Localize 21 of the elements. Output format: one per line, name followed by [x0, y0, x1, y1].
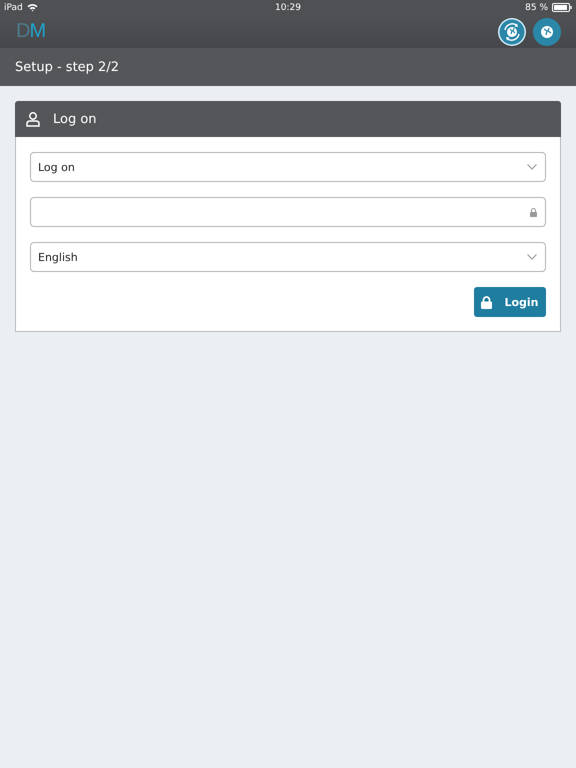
- lock-icon: [481, 296, 492, 308]
- dropdown-field[interactable]: Log on: [30, 152, 546, 182]
- dropdown-field[interactable]: English: [30, 242, 546, 272]
- card-title: Log on: [53, 112, 97, 126]
- app-logo: DM: [16, 20, 46, 43]
- lock-icon: [530, 208, 537, 216]
- step-title: Setup - step 2/2: [15, 60, 119, 74]
- globe-button[interactable]: [533, 18, 561, 46]
- login-button[interactable]: Login: [474, 287, 546, 317]
- chevron-down-icon: [527, 164, 537, 170]
- wifi-icon: [26, 3, 38, 12]
- globe-icon: [539, 24, 555, 40]
- battery-percent: 85 %: [525, 2, 548, 12]
- sync-globe-icon: [502, 22, 522, 42]
- user-icon: [26, 112, 40, 126]
- clock-time: 10:29: [275, 2, 301, 12]
- sync-globe-button[interactable]: [498, 18, 526, 46]
- device-name: iPad: [4, 2, 23, 12]
- password-field[interactable]: [30, 197, 546, 227]
- chevron-down-icon: [527, 254, 537, 260]
- battery-icon: [552, 3, 572, 12]
